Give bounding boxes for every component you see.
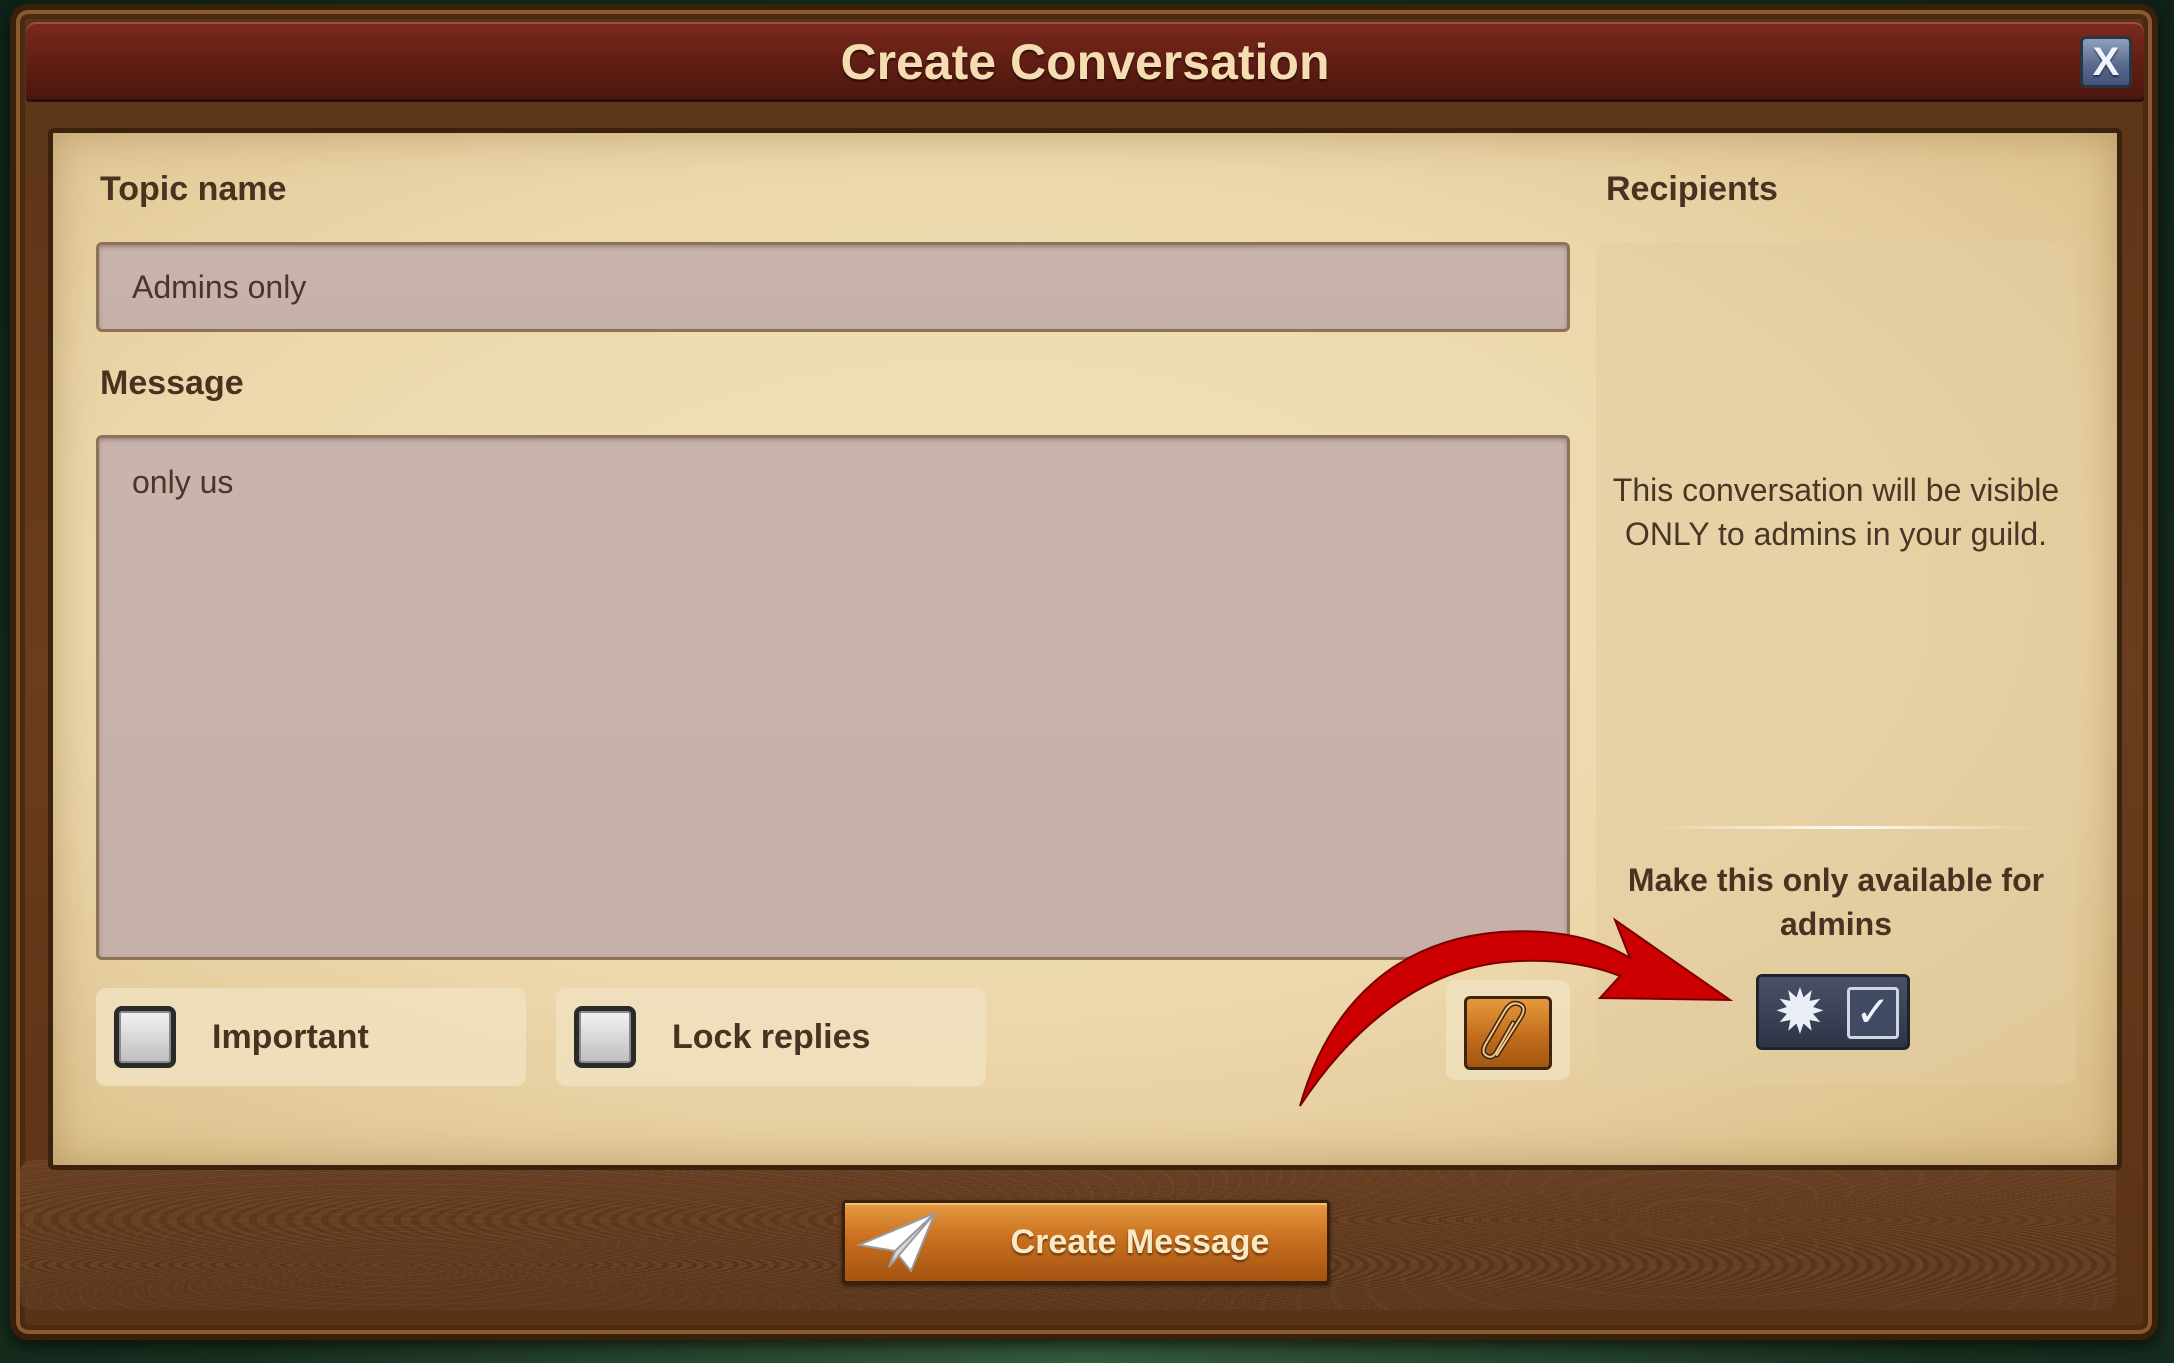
message-label: Message [100, 364, 244, 402]
recipients-divider [1650, 826, 2040, 829]
important-checkbox[interactable] [114, 1006, 176, 1068]
lock-replies-checkbox[interactable] [574, 1006, 636, 1068]
topic-name-input[interactable]: Admins only [96, 242, 1570, 332]
admin-only-toggle[interactable]: ✹ ✓ [1756, 974, 1910, 1050]
recipients-info-text: This conversation will be visible ONLY t… [1612, 472, 2060, 552]
red-arrow-annotation [1299, 917, 1734, 1107]
gear-star-icon: ✹ [1774, 978, 1826, 1047]
admin-only-checkbox[interactable]: ✓ [1847, 987, 1899, 1039]
close-button[interactable]: X [2080, 36, 2132, 88]
dialog-titlebar: Create Conversation [26, 22, 2144, 102]
important-label: Important [212, 1018, 369, 1056]
create-message-label: Create Message [1010, 1223, 1270, 1261]
dialog-title: Create Conversation [840, 34, 1330, 90]
important-option[interactable]: Important [96, 988, 526, 1086]
paper-plane-icon [855, 1211, 937, 1273]
lock-replies-option[interactable]: Lock replies [556, 988, 986, 1086]
topic-name-label: Topic name [100, 170, 287, 208]
recipients-label: Recipients [1606, 170, 1778, 208]
lock-replies-label: Lock replies [672, 1018, 871, 1056]
create-message-button[interactable]: Create Message [842, 1200, 1330, 1284]
